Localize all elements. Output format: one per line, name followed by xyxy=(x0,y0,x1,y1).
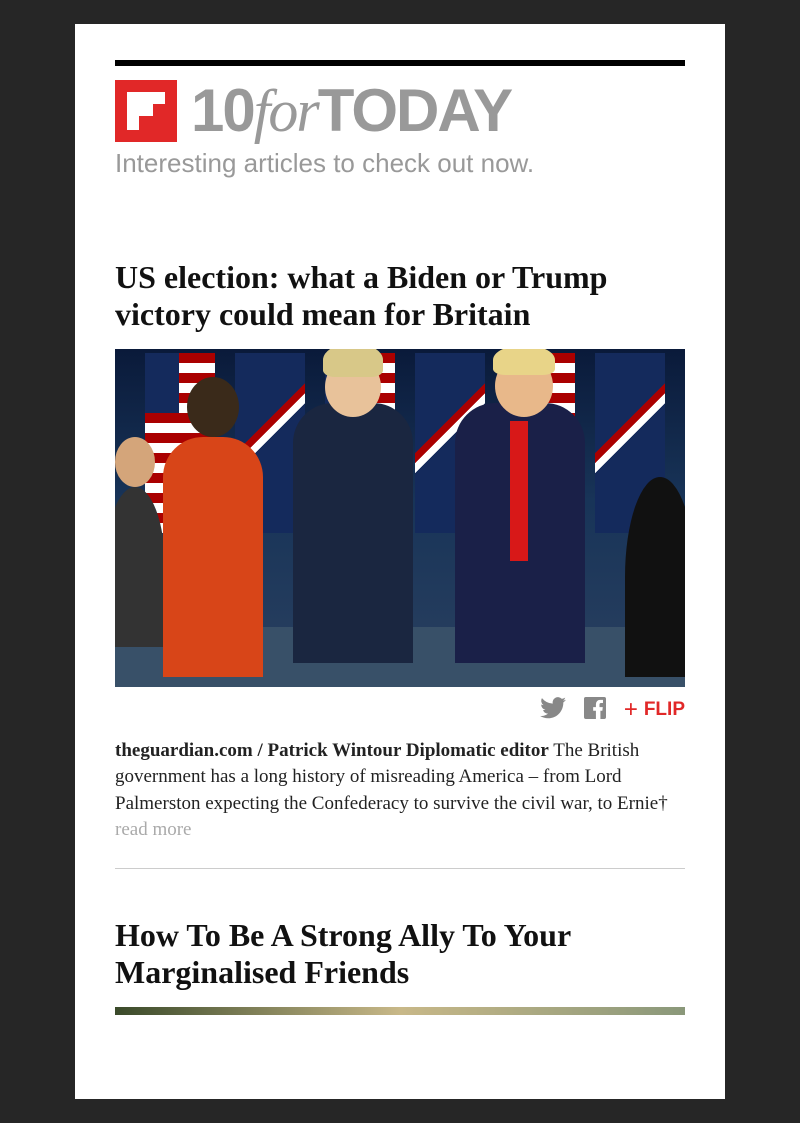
brand-wordmark: 10forTODAY xyxy=(191,81,511,141)
brand-ten: 10 xyxy=(191,77,254,144)
header-rule xyxy=(115,60,685,66)
facebook-icon[interactable] xyxy=(584,697,606,724)
article-card: US election: what a Biden or Trump victo… xyxy=(115,259,685,869)
article-body: theguardian.com / Patrick Wintour Diplom… xyxy=(115,738,685,869)
brand-today: TODAY xyxy=(318,77,511,144)
brand-row: 10forTODAY xyxy=(115,80,685,142)
article-source: theguardian.com / Patrick Wintour Diplom… xyxy=(115,740,549,761)
twitter-icon[interactable] xyxy=(540,697,566,724)
tagline: Interesting articles to check out now. xyxy=(115,148,685,179)
email-container: 10forTODAY Interesting articles to check… xyxy=(75,24,725,1099)
article-title[interactable]: How To Be A Strong Ally To Your Marginal… xyxy=(115,917,685,991)
plus-icon: + xyxy=(624,698,638,722)
article-title[interactable]: US election: what a Biden or Trump victo… xyxy=(115,259,685,333)
flip-label: FLIP xyxy=(644,699,685,721)
brand-for: for xyxy=(254,78,318,144)
article-hero-image[interactable] xyxy=(115,349,685,687)
flip-button[interactable]: + FLIP xyxy=(624,698,685,722)
flipboard-logo-icon[interactable] xyxy=(115,80,177,142)
read-more-link[interactable]: read more xyxy=(115,819,191,840)
share-row: + FLIP xyxy=(115,697,685,724)
article-hero-image[interactable] xyxy=(115,1007,685,1015)
